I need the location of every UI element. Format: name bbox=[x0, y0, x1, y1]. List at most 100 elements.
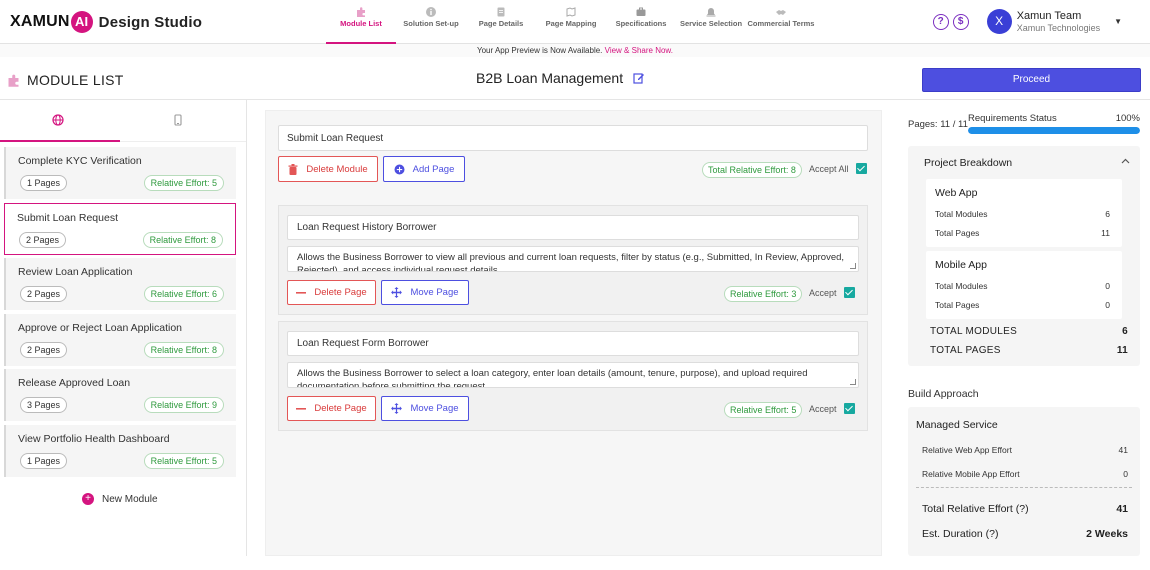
delete-page-button[interactable]: Delete Page bbox=[287, 280, 376, 305]
web-app-summary: Web App Total Modules 6 Total Pages 11 bbox=[926, 179, 1122, 247]
user-info[interactable]: Xamun Team Xamun Technologies bbox=[1017, 10, 1100, 33]
step-page-mapping[interactable]: Page Mapping bbox=[536, 0, 606, 44]
module-item[interactable]: Release Approved Loan 3 Pages Relative E… bbox=[4, 369, 236, 422]
move-icon bbox=[391, 403, 403, 414]
module-item[interactable]: Complete KYC Verification 1 Pages Relati… bbox=[4, 147, 236, 199]
step-commercial-terms[interactable]: Commercial Terms bbox=[746, 0, 816, 44]
step-label: Service Selection bbox=[679, 19, 743, 28]
total-effort-row[interactable]: Total Relative Effort (?) 41 bbox=[922, 503, 1128, 515]
total-label: TOTAL PAGES bbox=[930, 345, 1001, 356]
new-module-label: New Module bbox=[102, 493, 158, 505]
mobile-icon bbox=[174, 114, 182, 126]
plus-circle-icon bbox=[394, 164, 405, 174]
chevron-up-icon[interactable] bbox=[1121, 158, 1130, 164]
managed-service-card: Managed Service Relative Web App Effort … bbox=[908, 407, 1140, 556]
resize-handle-icon[interactable] bbox=[850, 379, 856, 385]
page-description-textarea[interactable]: Allows the Business Borrower to view all… bbox=[287, 246, 859, 272]
accept-label: Accept bbox=[809, 403, 837, 414]
effort-badge: Relative Effort: 8 bbox=[143, 341, 224, 358]
move-page-button[interactable]: Move Page bbox=[381, 280, 469, 305]
avatar[interactable]: X bbox=[986, 9, 1012, 34]
page-title-input[interactable]: Loan Request History Borrower bbox=[287, 215, 859, 240]
effort-badge: Relative Effort: 5 bbox=[143, 452, 224, 469]
tab-mobile[interactable] bbox=[120, 100, 240, 142]
module-list-panel: Complete KYC Verification 1 Pages Relati… bbox=[0, 100, 247, 556]
module-item[interactable]: View Portfolio Health Dashboard 1 Pages … bbox=[4, 424, 236, 477]
tab-web[interactable] bbox=[0, 100, 120, 142]
mobile-total-pages: Total Pages 0 bbox=[935, 300, 1110, 310]
total-pages: TOTAL PAGES 11 bbox=[930, 345, 1128, 356]
add-page-label: Add Page bbox=[412, 163, 455, 175]
minus-icon bbox=[296, 291, 307, 294]
step-solution-setup[interactable]: Solution Set-up bbox=[396, 0, 466, 44]
accept-toggle[interactable]: Accept bbox=[809, 403, 855, 414]
duration-row[interactable]: Est. Duration (?) 2 Weeks bbox=[922, 528, 1128, 540]
accept-all-checkbox[interactable] bbox=[855, 163, 867, 174]
proceed-button[interactable]: Proceed bbox=[922, 68, 1141, 92]
user-name: Xamun Team bbox=[1016, 10, 1082, 22]
step-page-details[interactable]: Page Details bbox=[466, 0, 536, 44]
accept-checkbox[interactable] bbox=[843, 287, 855, 298]
chevron-down-icon[interactable]: ▼ bbox=[1114, 17, 1122, 26]
effort-badge: Relative Effort: 6 bbox=[143, 286, 224, 303]
pages-badge: 2 Pages bbox=[20, 286, 68, 303]
step-service-selection[interactable]: Service Selection bbox=[676, 0, 746, 44]
info-icon bbox=[426, 7, 436, 17]
step-module-list[interactable]: Module List bbox=[326, 0, 396, 44]
module-item[interactable]: Review Loan Application 2 Pages Relative… bbox=[4, 258, 236, 311]
accept-checkbox[interactable] bbox=[843, 403, 855, 414]
project-name: B2B Loan Management bbox=[476, 70, 624, 86]
new-module-button[interactable]: + New Module bbox=[82, 493, 158, 505]
total-value: 6 bbox=[1122, 326, 1128, 337]
pages-badge: 1 Pages bbox=[20, 175, 68, 191]
step-specifications[interactable]: Specifications bbox=[606, 0, 676, 44]
delete-module-button[interactable]: Delete Module bbox=[278, 156, 378, 182]
plus-icon: + bbox=[82, 493, 94, 505]
delete-page-label: Delete Page bbox=[314, 403, 367, 414]
web-effort-row: Relative Web App Effort 41 bbox=[922, 445, 1128, 455]
module-item[interactable]: Approve or Reject Loan Application 2 Pag… bbox=[4, 313, 236, 366]
module-editor: Delete Module Add Page Total Relative Ef… bbox=[265, 110, 882, 556]
view-share-link[interactable]: View & Share Now. bbox=[605, 46, 673, 55]
page-description-textarea[interactable]: Allows the Business Borrower to select a… bbox=[287, 362, 859, 388]
add-page-button[interactable]: Add Page bbox=[383, 156, 465, 182]
handshake-icon bbox=[776, 10, 786, 15]
row-label: Total Modules bbox=[935, 281, 988, 291]
accept-all-toggle[interactable]: Accept All bbox=[809, 163, 867, 174]
move-page-label: Move Page bbox=[410, 403, 459, 414]
step-label: Module List bbox=[340, 19, 382, 28]
progress-fill bbox=[968, 127, 1140, 134]
build-approach-label: Build Approach bbox=[908, 388, 979, 400]
accept-all-label: Accept All bbox=[809, 163, 849, 174]
row-label: Relative Web App Effort bbox=[922, 445, 1012, 455]
project-breakdown: Project Breakdown Web App Total Modules … bbox=[908, 146, 1140, 366]
puzzle-icon bbox=[357, 7, 365, 17]
brand-logo[interactable]: XAMUN AI Design Studio bbox=[10, 11, 202, 33]
help-icon[interactable]: ? bbox=[932, 13, 949, 30]
brand-name: XAMUN bbox=[10, 13, 70, 30]
row-value: 2 Weeks bbox=[1086, 528, 1128, 540]
resize-handle-icon[interactable] bbox=[850, 263, 856, 269]
page-card: Loan Request Form Borrower Allows the Bu… bbox=[278, 321, 868, 431]
page-description: Allows the Business Borrower to view all… bbox=[297, 252, 845, 272]
summary-panel: Pages: 11 / 11 Requirements Status 100% … bbox=[898, 100, 1150, 556]
page-title-input[interactable]: Loan Request Form Borrower bbox=[287, 331, 859, 356]
accept-toggle[interactable]: Accept bbox=[809, 287, 855, 298]
step-label: Page Mapping bbox=[545, 19, 597, 28]
step-label: Page Details bbox=[478, 19, 524, 28]
dollar-icon[interactable]: $ bbox=[952, 13, 969, 30]
delete-page-button[interactable]: Delete Page bbox=[287, 396, 376, 421]
module-item-selected[interactable]: Submit Loan Request 2 Pages Relative Eff… bbox=[4, 202, 236, 255]
row-value: 0 bbox=[1105, 300, 1110, 310]
page-card: Loan Request History Borrower Allows the… bbox=[278, 205, 868, 315]
trash-icon bbox=[288, 163, 298, 175]
module-name: View Portfolio Health Dashboard bbox=[18, 432, 170, 445]
banner-text: Your App Preview is Now Available. bbox=[477, 46, 603, 55]
pages-count: Pages: 11 / 11 bbox=[908, 119, 968, 130]
module-name-input[interactable] bbox=[278, 125, 868, 151]
step-label: Commercial Terms bbox=[747, 19, 815, 28]
edit-icon[interactable] bbox=[633, 72, 645, 84]
web-app-title: Web App bbox=[935, 187, 978, 199]
total-label: TOTAL MODULES bbox=[930, 326, 1018, 337]
move-page-button[interactable]: Move Page bbox=[381, 396, 469, 421]
